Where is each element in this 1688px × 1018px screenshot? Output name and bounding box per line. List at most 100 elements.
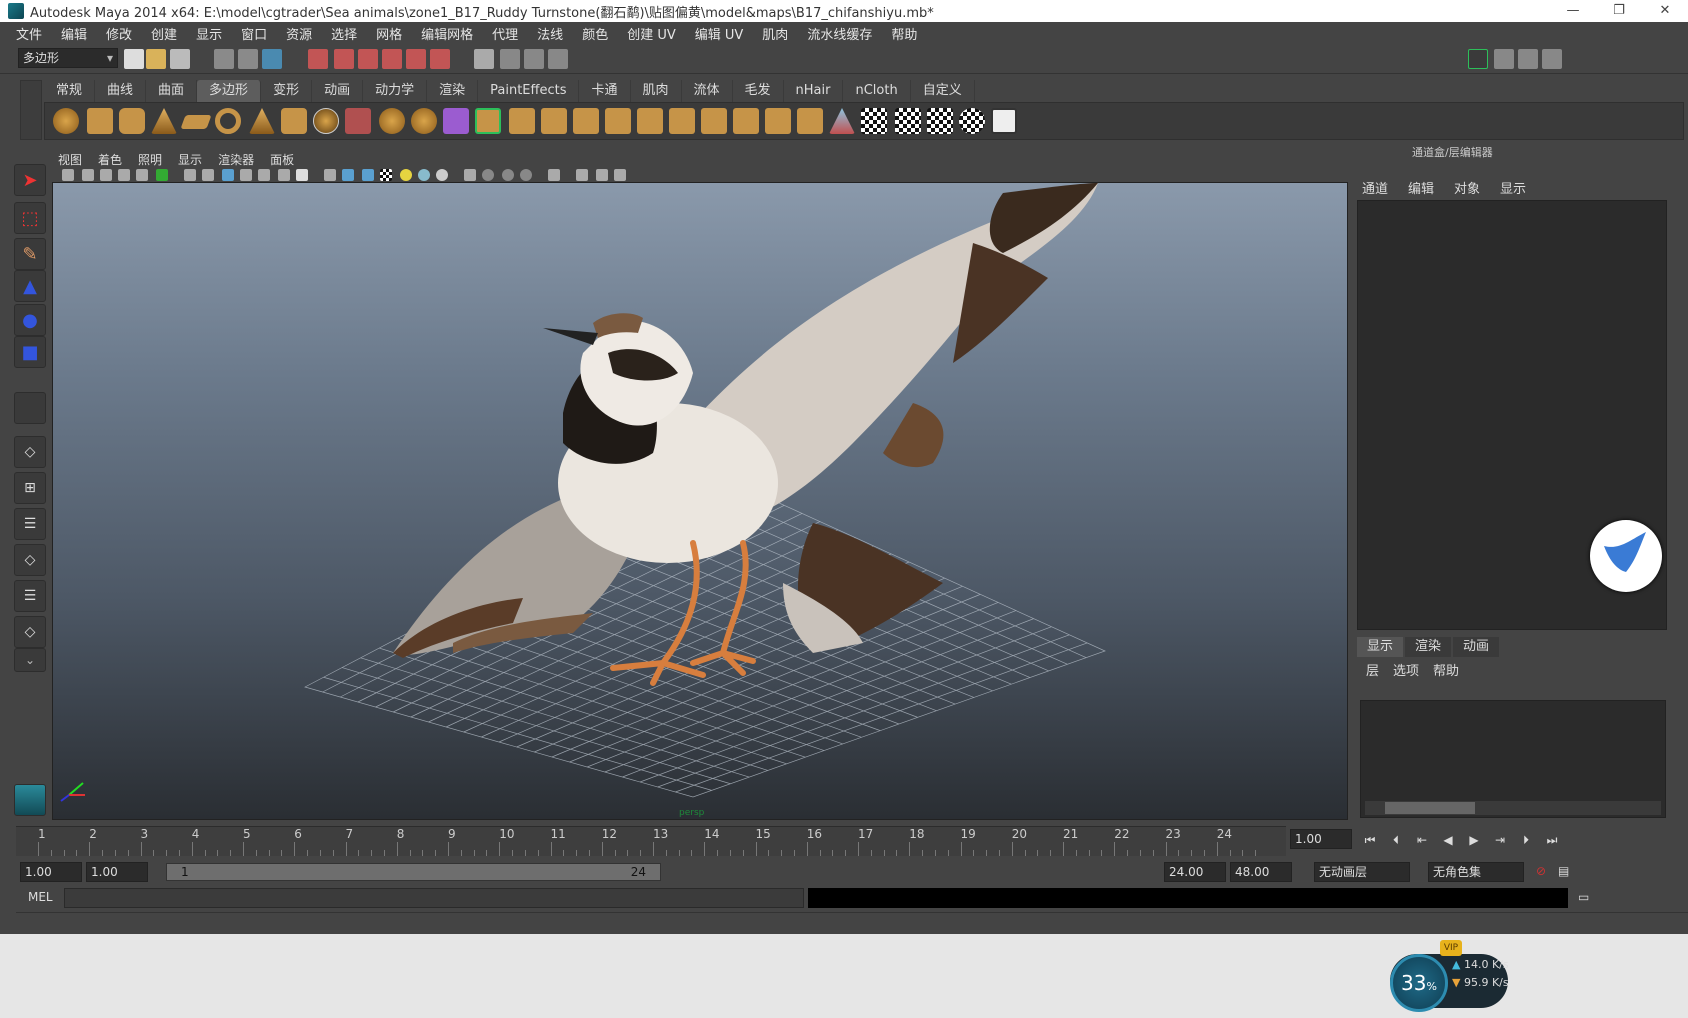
cylindrical-mapping-icon[interactable] xyxy=(829,108,855,134)
go-to-start-icon[interactable]: ⏮ xyxy=(1360,830,1380,850)
step-back-key-icon[interactable]: ⇤ xyxy=(1412,830,1432,850)
menu-create-uv[interactable]: 创建 UV xyxy=(627,24,686,43)
render-current-icon[interactable] xyxy=(500,49,520,69)
poly-pipe-icon[interactable] xyxy=(281,108,307,134)
single-view-layout-icon[interactable]: ◇ xyxy=(14,436,46,468)
shelf-tab-curves[interactable]: 曲线 xyxy=(95,80,147,102)
open-scene-icon[interactable] xyxy=(146,49,166,69)
select-component-icon[interactable] xyxy=(262,49,282,69)
layer-tab-render[interactable]: 渲染 xyxy=(1405,637,1452,657)
animation-start-field[interactable]: 1.00 xyxy=(20,862,82,882)
hud-icon[interactable] xyxy=(278,169,290,181)
shelf-tab-surfaces[interactable]: 曲面 xyxy=(146,80,198,102)
go-to-end-icon[interactable]: ⏭ xyxy=(1542,830,1562,850)
uv-layout-icon[interactable] xyxy=(895,108,921,134)
ambient-occlusion-icon[interactable] xyxy=(502,169,514,181)
select-tool-icon[interactable]: ➤ xyxy=(14,164,46,196)
layer-tab-anim[interactable]: 动画 xyxy=(1453,637,1500,657)
layer-list-area[interactable] xyxy=(1360,700,1666,818)
wireframe-icon[interactable] xyxy=(324,169,336,181)
menu-select[interactable]: 选择 xyxy=(331,24,367,43)
preferences-icon[interactable]: ▤ xyxy=(1554,862,1572,882)
menu-mesh[interactable]: 网格 xyxy=(376,24,412,43)
magnet-icon[interactable] xyxy=(430,49,450,69)
last-tool-slot[interactable] xyxy=(14,392,46,424)
shelf-tab-toon[interactable]: 卡通 xyxy=(579,80,631,102)
select-object-icon[interactable] xyxy=(238,49,258,69)
select-camera-icon[interactable] xyxy=(62,169,74,181)
four-view-layout-icon[interactable]: ⊞ xyxy=(14,472,46,504)
offset-edge-loop-icon[interactable] xyxy=(637,108,663,134)
planar-mapping-icon[interactable] xyxy=(797,108,823,134)
step-forward-icon[interactable]: ⏵ xyxy=(1516,830,1536,850)
menu-help[interactable]: 帮助 xyxy=(891,24,927,43)
grid-toggle-icon[interactable] xyxy=(136,169,148,181)
time-slider[interactable]: 1 2 3 4 5 6 7 8 9 10 11 12 13 14 15 16 17 18 19 20 21 22 23 24 xyxy=(16,826,1286,856)
close-button[interactable]: ✕ xyxy=(1642,0,1688,22)
panel-menu-show[interactable]: 显示 xyxy=(178,151,202,168)
playback-start-field[interactable]: 1.00 xyxy=(86,862,148,882)
scale-tool-icon[interactable]: ■ xyxy=(14,336,46,368)
two-sided-light-icon[interactable] xyxy=(576,169,588,181)
script-editor-icon[interactable]: ▭ xyxy=(1574,888,1590,908)
render-settings-icon[interactable] xyxy=(548,49,568,69)
play-backwards-icon[interactable]: ◀ xyxy=(1438,830,1458,850)
attribute-editor-icon[interactable] xyxy=(1494,49,1514,69)
delete-edge-icon[interactable] xyxy=(765,108,791,134)
channel-menu-channels[interactable]: 通道 xyxy=(1362,178,1388,197)
ipr-render-icon[interactable] xyxy=(524,49,544,69)
anim-layer-dropdown[interactable]: 无动画层 xyxy=(1314,862,1410,882)
bookmarks-icon[interactable] xyxy=(100,169,112,181)
uv-unfold-icon[interactable] xyxy=(927,108,953,134)
character-set-dropdown[interactable]: 无角色集 xyxy=(1428,862,1524,882)
menu-pipeline-cache[interactable]: 流水线缓存 xyxy=(807,24,882,43)
film-gate-icon[interactable] xyxy=(156,169,168,181)
poly-cone-icon[interactable] xyxy=(151,108,177,134)
show-modeling-toolkit-icon[interactable] xyxy=(1468,49,1488,69)
poly-cylinder-icon[interactable] xyxy=(119,108,145,134)
perspective-viewport[interactable]: persp xyxy=(52,182,1348,820)
shelf-tab-general[interactable]: 常规 xyxy=(44,80,96,102)
merge-vertices-icon[interactable] xyxy=(701,108,727,134)
combine-icon[interactable] xyxy=(345,108,371,134)
menu-create[interactable]: 创建 xyxy=(151,24,187,43)
restore-button[interactable]: ❐ xyxy=(1596,0,1642,22)
append-polygon-icon[interactable] xyxy=(541,108,567,134)
safe-action-icon[interactable] xyxy=(240,169,252,181)
menu-normals[interactable]: 法线 xyxy=(537,24,573,43)
layer-menu-options[interactable]: 选项 xyxy=(1393,660,1419,679)
isolate-icon[interactable] xyxy=(464,169,476,181)
poly-cube-icon[interactable] xyxy=(87,108,113,134)
poly-prism-icon[interactable] xyxy=(249,108,275,134)
shelf-tab-painteffects[interactable]: PaintEffects xyxy=(478,80,580,102)
smooth-icon[interactable] xyxy=(411,108,437,134)
panel-menu-view[interactable]: 视图 xyxy=(58,151,82,168)
make-live-icon[interactable] xyxy=(406,49,426,69)
channel-menu-object[interactable]: 对象 xyxy=(1454,178,1480,197)
rotate-tool-icon[interactable]: ● xyxy=(14,304,46,336)
floating-bird-widget-icon[interactable] xyxy=(1590,520,1662,592)
layer-menu-layers[interactable]: 层 xyxy=(1366,660,1379,679)
menu-set-dropdown[interactable]: 多边形 xyxy=(18,48,118,68)
graph-persp-layout-icon[interactable]: ◇ xyxy=(14,544,46,576)
bevel-icon[interactable] xyxy=(669,108,695,134)
uv-texture-editor-icon[interactable] xyxy=(991,108,1017,134)
snap-point-icon[interactable] xyxy=(358,49,378,69)
safe-title-icon[interactable] xyxy=(258,169,270,181)
menu-modify[interactable]: 修改 xyxy=(106,24,142,43)
shelf-tab-fluids[interactable]: 流体 xyxy=(682,80,733,102)
separate-icon[interactable] xyxy=(379,108,405,134)
shelf-tab-muscle[interactable]: 肌肉 xyxy=(631,80,682,102)
paint-select-tool-icon[interactable]: ✎ xyxy=(14,238,46,270)
channel-box-toggle-icon[interactable] xyxy=(1542,49,1562,69)
mel-input[interactable] xyxy=(64,888,804,908)
channel-menu-edit[interactable]: 编辑 xyxy=(1408,178,1434,197)
shelf-tab-polygons[interactable]: 多边形 xyxy=(197,80,262,102)
play-forwards-icon[interactable]: ▶ xyxy=(1464,830,1484,850)
shelf-tab-fur[interactable]: 毛发 xyxy=(733,80,784,102)
hypershade-layout-icon[interactable]: ☰ xyxy=(14,580,46,612)
use-all-lights-icon[interactable] xyxy=(400,169,412,181)
multisample-icon[interactable] xyxy=(548,169,560,181)
extrude-icon[interactable] xyxy=(475,108,501,134)
insert-edge-loop-icon[interactable] xyxy=(605,108,631,134)
